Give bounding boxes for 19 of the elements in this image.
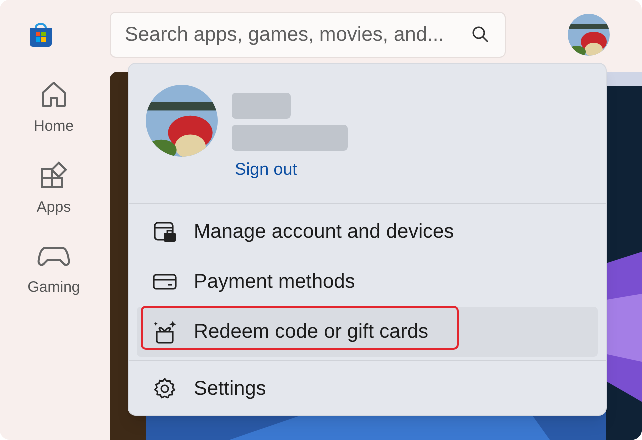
menu-item[interactable]: Redeem code or gift cards — [137, 307, 598, 357]
apps-icon — [39, 160, 69, 190]
home-icon — [39, 80, 69, 110]
search-field[interactable]: Search apps, games, movies, and... — [110, 12, 506, 58]
profile-avatar[interactable] — [568, 14, 610, 56]
redacted-block — [232, 93, 291, 119]
gift-sparkle-icon — [152, 319, 178, 345]
nav-item[interactable]: Home — [14, 80, 94, 138]
settings-icon — [152, 377, 176, 401]
sign-out-link[interactable]: Sign out — [235, 157, 298, 182]
menu-item[interactable]: Payment methods — [137, 257, 598, 307]
nav-item[interactable]: Gaming — [14, 241, 94, 300]
search-icon[interactable] — [472, 26, 490, 44]
credit-card-icon — [152, 273, 176, 291]
menu-item[interactable]: Manage account and devices — [137, 207, 598, 257]
store-logo-icon[interactable] — [27, 21, 55, 49]
briefcase-window-icon — [152, 220, 176, 244]
menu-item[interactable]: Settings — [137, 364, 598, 414]
nav-item[interactable]: Apps — [14, 160, 94, 219]
